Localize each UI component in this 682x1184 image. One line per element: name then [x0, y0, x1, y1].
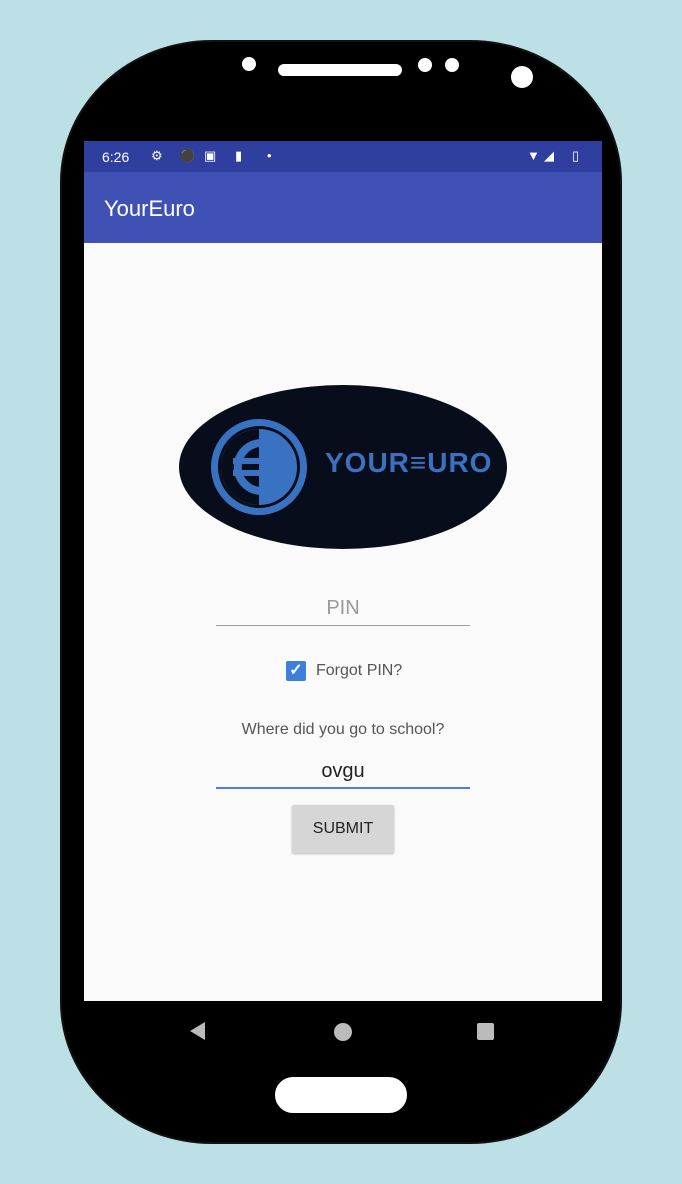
- submit-button[interactable]: SUBMIT: [292, 805, 394, 853]
- status-time: 6:26: [102, 149, 130, 165]
- app-title: YourEuro: [104, 196, 195, 221]
- front-camera: [511, 66, 533, 88]
- forgot-pin-checkbox[interactable]: ✓: [286, 661, 306, 681]
- wifi-icon: ▼: [527, 148, 540, 163]
- security-answer-input[interactable]: [216, 755, 470, 789]
- sd-card-icon: ▮: [235, 148, 243, 163]
- dot-icon: •: [267, 148, 272, 163]
- earpiece-speaker: [278, 64, 402, 76]
- signal-icon: ◢: [544, 148, 554, 163]
- front-sensor-dot: [242, 57, 256, 71]
- image-icon: ▣: [204, 148, 217, 163]
- physical-home-button[interactable]: [273, 1075, 409, 1115]
- navigation-bar: [84, 1001, 602, 1045]
- pin-input[interactable]: [216, 591, 470, 626]
- euro-coin-icon: [211, 419, 307, 515]
- home-icon[interactable]: [334, 1023, 352, 1041]
- forgot-pin-label[interactable]: Forgot PIN?: [316, 662, 402, 680]
- shield-icon: ⚫: [179, 148, 196, 163]
- youreuro-logo: YOUR≡URO: [179, 385, 507, 549]
- gear-icon: ⚙: [151, 148, 163, 163]
- back-icon[interactable]: [190, 1022, 205, 1040]
- recents-icon[interactable]: [477, 1023, 494, 1040]
- app-bar: YourEuro: [84, 172, 602, 243]
- sensor-dot: [445, 58, 459, 72]
- security-question-label: Where did you go to school?: [241, 721, 445, 738]
- phone-screen: 6:26 ⚙ ⚫ ▣ ▮ • ▼ ◢ ▯ YourEuro YOUR≡URO ✓: [84, 141, 602, 1045]
- logo-wordmark: YOUR≡URO: [325, 447, 493, 478]
- status-bar: 6:26 ⚙ ⚫ ▣ ▮ • ▼ ◢ ▯: [84, 141, 602, 172]
- battery-icon: ▯: [572, 148, 580, 163]
- euro-symbol-icon: [233, 439, 278, 495]
- sensor-dot: [418, 58, 432, 72]
